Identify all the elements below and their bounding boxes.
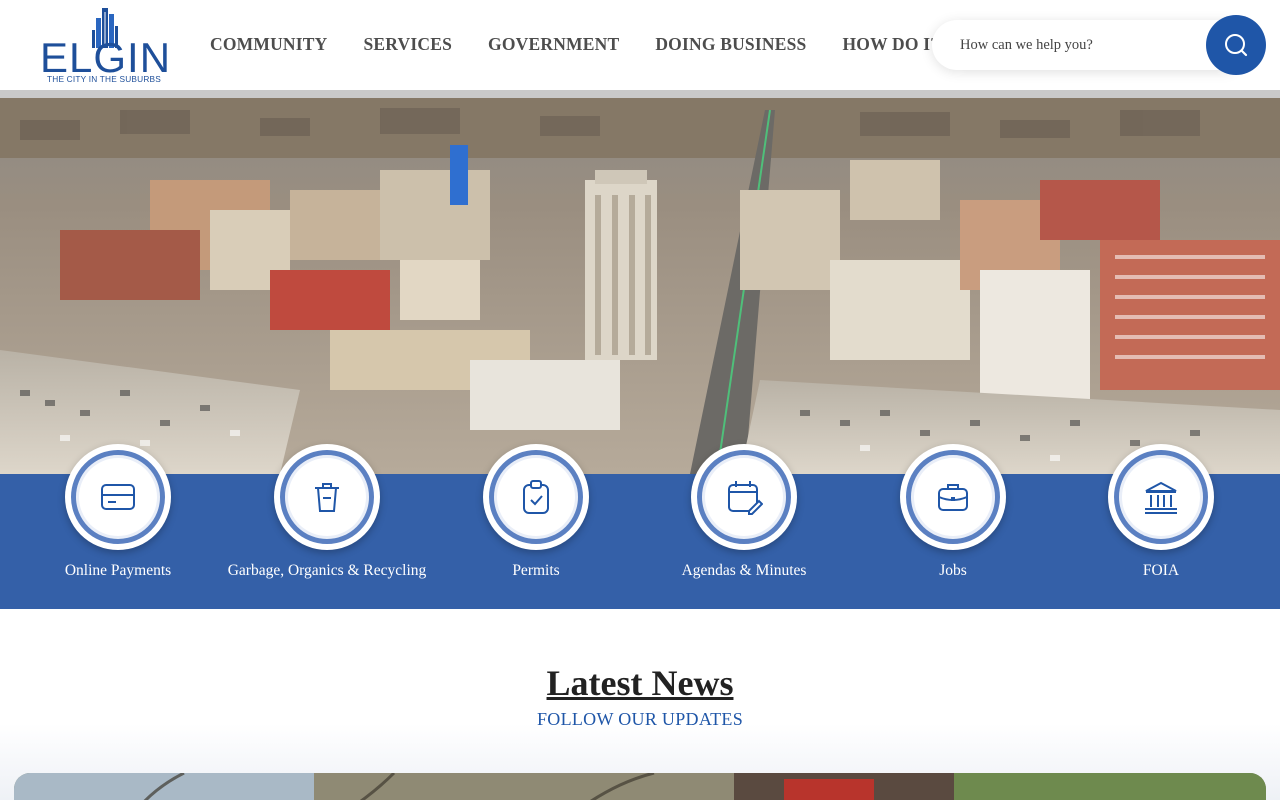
quick-link-circle: [483, 444, 589, 550]
logo-tagline: THE CITY IN THE SUBURBS: [46, 74, 161, 84]
news-card-image-row[interactable]: [14, 773, 1266, 800]
quick-link-garbage-recycling[interactable]: Garbage, Organics & Recycling: [222, 444, 432, 609]
clipboard-check-icon: [523, 480, 549, 514]
search-button[interactable]: [1206, 15, 1266, 75]
quick-link-foia[interactable]: FOIA: [1056, 444, 1266, 609]
hero-image: [0, 90, 1280, 474]
search-input[interactable]: [960, 34, 1210, 56]
quick-link-agendas-minutes[interactable]: Agendas & Minutes: [639, 444, 849, 609]
nav-services[interactable]: SERVICES: [345, 24, 470, 64]
search-box: [932, 20, 1232, 70]
site-header: ELGIN THE CITY IN THE SUBURBS COMMUNITY …: [0, 0, 1280, 90]
logo-wordmark: ELGIN: [40, 34, 172, 81]
quick-link-label: Agendas & Minutes: [681, 562, 807, 579]
quick-link-circle: [691, 444, 797, 550]
nav-government[interactable]: GOVERNMENT: [470, 24, 637, 64]
quick-link-label: FOIA: [1142, 562, 1180, 579]
quick-link-jobs[interactable]: Jobs: [848, 444, 1058, 609]
elgin-logo[interactable]: ELGIN THE CITY IN THE SUBURBS: [40, 8, 172, 84]
trash-can-icon: [315, 483, 339, 512]
quick-link-label: Jobs: [939, 562, 967, 579]
news-images: [14, 773, 1266, 800]
news-heading[interactable]: Latest News: [0, 661, 1280, 705]
search-icon: [1225, 34, 1248, 57]
quick-link-label: Online Payments: [64, 562, 172, 579]
site-search: [932, 15, 1266, 75]
nav-community[interactable]: COMMUNITY: [192, 24, 345, 64]
quick-link-circle: [1108, 444, 1214, 550]
quick-link-online-payments[interactable]: Online Payments: [13, 444, 223, 609]
government-building-icon: [1145, 481, 1177, 514]
payment-card-icon: [101, 484, 135, 510]
quick-links-band: Online Payments Garbage, Organics & Recy…: [0, 444, 1280, 609]
quick-link-circle: [900, 444, 1006, 550]
main-nav: COMMUNITY SERVICES GOVERNMENT DOING BUSI…: [192, 24, 957, 64]
briefcase-icon: [938, 484, 968, 511]
latest-news-section: Latest News FOLLOW OUR UPDATES: [0, 609, 1280, 800]
quick-link-circle: [65, 444, 171, 550]
quick-link-label: Garbage, Organics & Recycling: [227, 562, 427, 579]
news-subheading: FOLLOW OUR UPDATES: [536, 709, 744, 729]
aerial-city-photo: [0, 90, 1280, 474]
calendar-edit-icon: [728, 481, 763, 515]
quick-link-circle: [274, 444, 380, 550]
nav-doing-business[interactable]: DOING BUSINESS: [637, 24, 824, 64]
quick-link-permits[interactable]: Permits: [431, 444, 641, 609]
quick-link-label: Permits: [512, 562, 560, 579]
